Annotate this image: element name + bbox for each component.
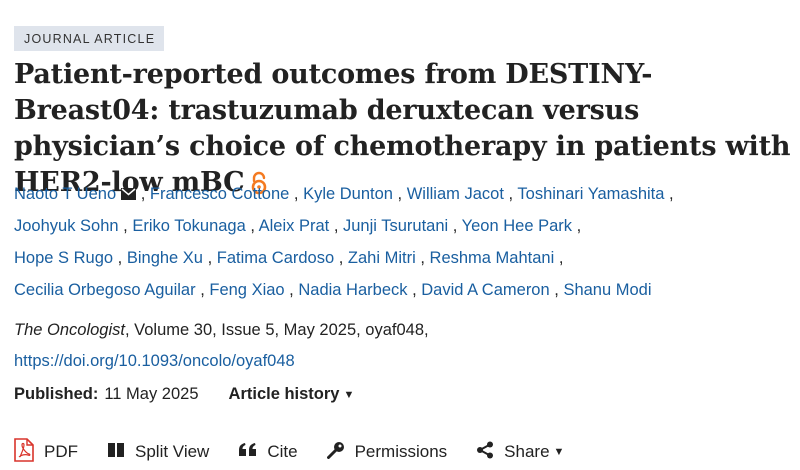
published-label: Published: — [14, 385, 99, 403]
share-icon — [476, 441, 494, 464]
author-link[interactable]: Feng Xiao — [209, 281, 284, 299]
author-link[interactable]: Naoto T Ueno — [14, 185, 116, 203]
author-link[interactable]: Toshinari Yamashita — [517, 185, 664, 203]
permissions-button[interactable]: Permissions — [326, 441, 448, 464]
doi-link[interactable]: https://doi.org/10.1093/oncolo/oyaf048 — [14, 352, 295, 370]
author-link[interactable]: Nadia Harbeck — [298, 281, 407, 299]
split-view-button[interactable]: Split View — [107, 442, 209, 463]
cite-button[interactable]: Cite — [238, 442, 298, 462]
author-link[interactable]: Aleix Prat — [259, 217, 330, 235]
author-link[interactable]: Cecilia Orbegoso Aguilar — [14, 281, 196, 299]
citation-block: The Oncologist, Volume 30, Issue 5, May … — [14, 315, 794, 377]
publication-info: Published: 11 May 2025 Article history ▼ — [14, 381, 354, 408]
permissions-label: Permissions — [354, 442, 448, 461]
share-label: Share — [504, 442, 550, 461]
split-view-icon — [107, 442, 125, 463]
author-link[interactable]: Kyle Dunton — [303, 185, 393, 203]
article-toolbar: PDF Split View Cite Permissions Share ▼ — [14, 437, 564, 467]
author-list: Naoto T Ueno , Francesco Cottone , Kyle … — [14, 178, 794, 306]
author-link[interactable]: Joohyuk Sohn — [14, 217, 119, 235]
published-date: 11 May 2025 — [104, 385, 199, 403]
quote-icon — [238, 442, 257, 462]
author-link[interactable]: David A Cameron — [421, 281, 549, 299]
share-button[interactable]: Share ▼ — [476, 441, 564, 464]
author-link[interactable]: Shanu Modi — [563, 281, 651, 299]
envelope-icon[interactable] — [121, 179, 137, 200]
article-history-toggle[interactable]: Article history ▼ — [229, 385, 355, 403]
journal-name: The Oncologist — [14, 321, 125, 339]
citation-details: , Volume 30, Issue 5, May 2025, oyaf048, — [124, 321, 429, 339]
author-link[interactable]: Reshma Mahtani — [430, 249, 555, 267]
article-type-badge: JOURNAL ARTICLE — [14, 26, 165, 51]
pdf-label: PDF — [44, 442, 78, 461]
author-link[interactable]: Junji Tsurutani — [343, 217, 448, 235]
pdf-button[interactable]: PDF — [14, 437, 78, 467]
caret-down-icon: ▼ — [553, 446, 565, 458]
author-link[interactable]: William Jacot — [407, 185, 504, 203]
author-link[interactable]: Yeon Hee Park — [462, 217, 572, 235]
author-link[interactable]: Binghe Xu — [127, 249, 203, 267]
author-link[interactable]: Francesco Cottone — [150, 185, 289, 203]
pdf-icon — [14, 437, 34, 467]
author-link[interactable]: Eriko Tokunaga — [132, 217, 245, 235]
author-link[interactable]: Zahi Mitri — [348, 249, 416, 267]
author-link[interactable]: Fatima Cardoso — [217, 249, 334, 267]
cite-label: Cite — [267, 442, 298, 461]
split-view-label: Split View — [135, 442, 210, 461]
caret-down-icon: ▼ — [343, 389, 355, 401]
key-icon — [326, 441, 345, 464]
article-history-label: Article history — [228, 385, 340, 403]
author-link[interactable]: Hope S Rugo — [14, 249, 113, 267]
